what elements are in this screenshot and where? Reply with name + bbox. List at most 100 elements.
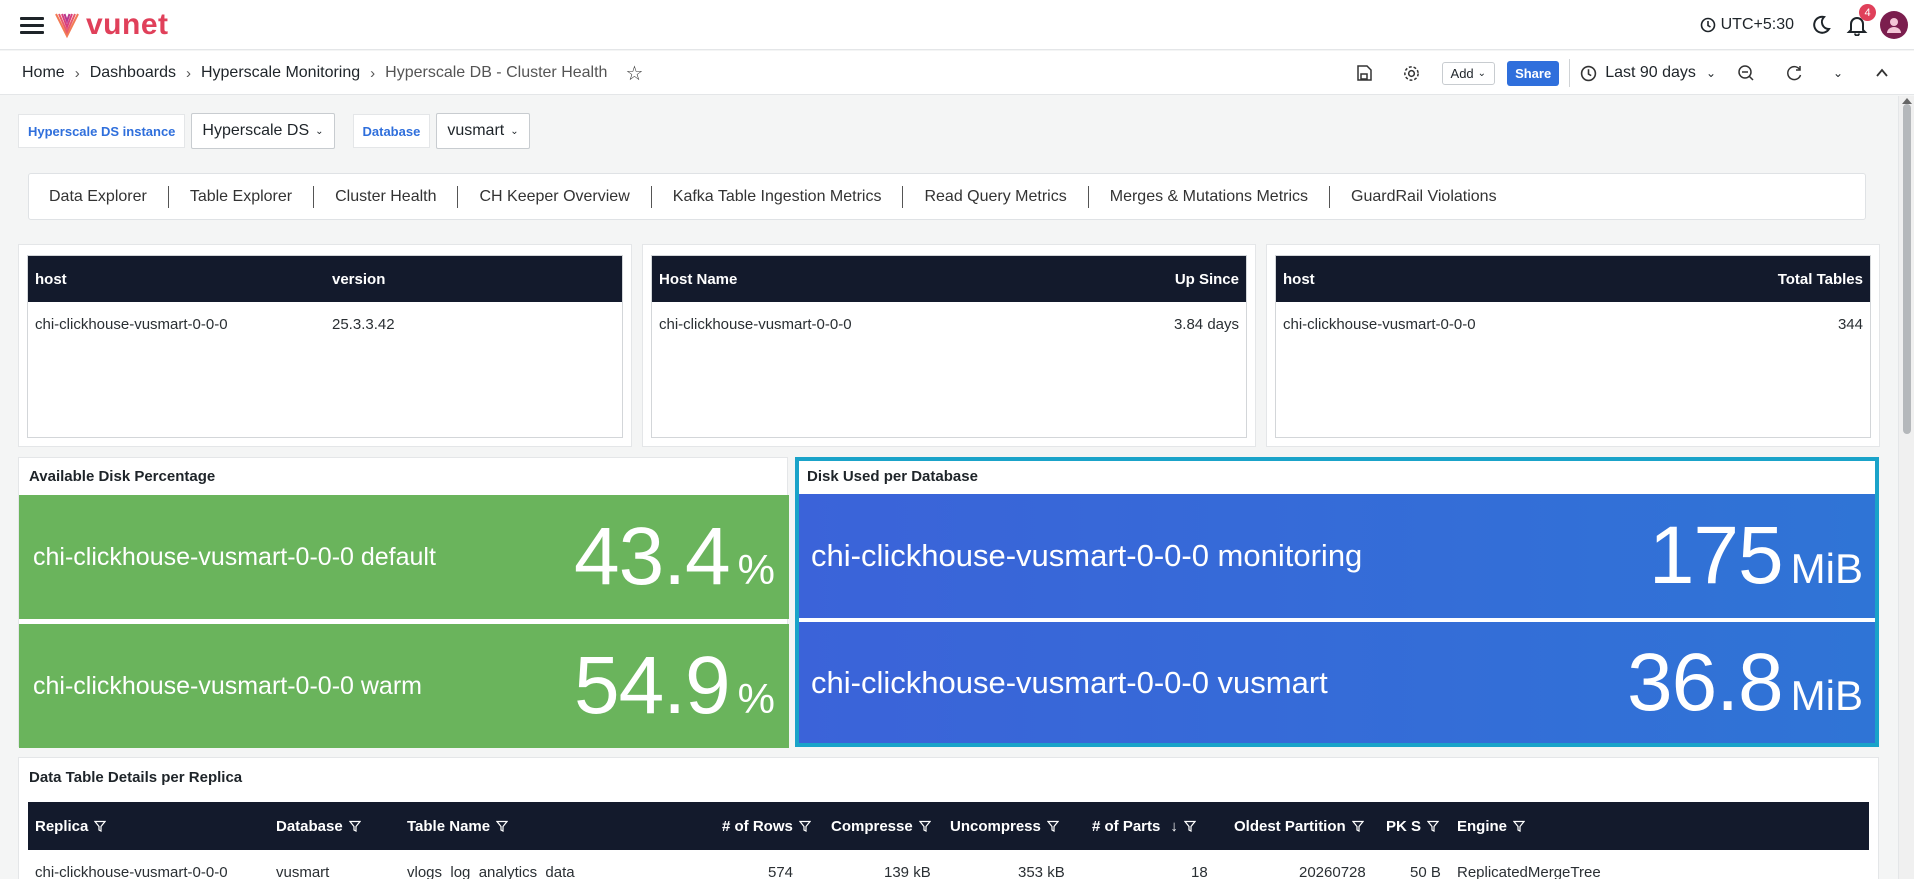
chevron-right-icon: › — [74, 64, 80, 82]
chevron-down-icon: ⌄ — [315, 125, 324, 137]
variable-select-database[interactable]: vusmart ⌄ — [436, 113, 530, 149]
zoom-out-icon[interactable] — [1732, 59, 1760, 87]
column-oldest-partition[interactable]: Oldest Partition — [1234, 802, 1364, 850]
stat-tile-default[interactable]: chi-clickhouse-vusmart-0-0-0 default 43.… — [19, 495, 789, 619]
tab-merges-mutations[interactable]: Merges & Mutations Metrics — [1110, 188, 1308, 206]
column-pk-size[interactable]: PK S — [1386, 802, 1440, 850]
column-engine[interactable]: Engine — [1457, 802, 1526, 850]
filter-icon[interactable] — [1513, 820, 1526, 832]
cell-up-since: 3.84 days — [1173, 315, 1239, 333]
tab-data-explorer[interactable]: Data Explorer — [49, 188, 147, 206]
cell-parts: 18 — [1191, 863, 1208, 879]
menu-icon[interactable] — [20, 17, 44, 35]
column-host[interactable]: host — [35, 271, 332, 288]
column-label: Uncompress — [950, 817, 1041, 835]
tab-divider — [457, 185, 459, 208]
cell-database: vusmart — [276, 863, 330, 879]
notification-badge: 4 — [1859, 4, 1876, 21]
timezone-label: UTC+5:30 — [1720, 16, 1794, 33]
table-row: chi-clickhouse-vusmart-0-0-0 25.3.3.42 — [28, 302, 622, 346]
column-host[interactable]: host — [1283, 271, 1315, 288]
filter-icon[interactable] — [94, 820, 107, 832]
variable-value-ds-instance: Hyperscale DS — [202, 122, 310, 139]
tab-cluster-health[interactable]: Cluster Health — [335, 188, 436, 206]
column-up-since[interactable]: Up Since — [1175, 271, 1239, 288]
total-tables-table: host Total Tables chi-clickhouse-vusmart… — [1275, 255, 1871, 438]
panel-title: Available Disk Percentage — [29, 468, 216, 485]
logo[interactable]: vunet — [54, 10, 169, 40]
column-host-name[interactable]: Host Name — [659, 271, 737, 288]
cell-version: 25.3.3.42 — [332, 315, 395, 333]
stat-value: 175 MiB — [1649, 509, 1863, 603]
collapse-chevron-up-icon[interactable] — [1868, 59, 1896, 87]
time-range-picker[interactable]: Last 90 days ⌄ — [1580, 64, 1722, 82]
column-version[interactable]: version — [332, 271, 385, 288]
variable-select-ds-instance[interactable]: Hyperscale DS ⌄ — [191, 113, 335, 149]
breadcrumb-hyperscale-monitoring[interactable]: Hyperscale Monitoring — [201, 64, 360, 82]
column-replica[interactable]: Replica — [35, 802, 107, 850]
theme-toggle-moon-icon[interactable] — [1810, 14, 1832, 36]
stat-tile-monitoring[interactable]: chi-clickhouse-vusmart-0-0-0 monitoring … — [799, 494, 1875, 618]
total-tables-panel: host Total Tables chi-clickhouse-vusmart… — [1266, 244, 1880, 447]
refresh-icon[interactable] — [1780, 59, 1808, 87]
filter-icon[interactable] — [1351, 820, 1364, 832]
tab-divider — [650, 185, 652, 208]
cell-total-tables: 344 — [1837, 315, 1863, 333]
star-icon[interactable]: ☆ — [625, 61, 643, 86]
notifications-bell-icon[interactable]: 4 — [1846, 4, 1876, 36]
tab-ch-keeper-overview[interactable]: CH Keeper Overview — [479, 188, 629, 206]
panel-title: Disk Used per Database — [807, 468, 978, 485]
cell-host: chi-clickhouse-vusmart-0-0-0 — [1283, 315, 1476, 333]
scrollbar-thumb[interactable] — [1903, 104, 1911, 434]
table-row[interactable]: chi-clickhouse-vusmart-0-0-0 vusmart vlo… — [28, 850, 1869, 879]
tab-divider — [1329, 185, 1331, 208]
column-database[interactable]: Database — [276, 802, 361, 850]
column-label: # of Rows — [722, 817, 793, 835]
column-compressed[interactable]: Compresse — [831, 802, 931, 850]
variable-label-database: Database — [352, 114, 431, 148]
page-scrollbar[interactable] — [1898, 96, 1914, 879]
tab-read-query-metrics[interactable]: Read Query Metrics — [924, 188, 1066, 206]
tab-divider — [902, 185, 904, 208]
timezone-indicator[interactable]: UTC+5:30 — [1700, 16, 1794, 34]
column-uncompressed[interactable]: Uncompress — [950, 802, 1059, 850]
stat-tile-warm[interactable]: chi-clickhouse-vusmart-0-0-0 warm 54.9% — [19, 624, 789, 748]
filter-icon[interactable] — [1183, 820, 1196, 832]
column-row-count[interactable]: # of Rows — [722, 802, 811, 850]
tab-table-explorer[interactable]: Table Explorer — [190, 188, 292, 206]
chevron-right-icon: › — [370, 64, 376, 82]
column-label: # of Parts — [1092, 817, 1161, 835]
table-row: chi-clickhouse-vusmart-0-0-0 3.84 days — [652, 302, 1246, 346]
add-button[interactable]: Add ⌄ — [1441, 61, 1496, 85]
stat-tile-vusmart[interactable]: chi-clickhouse-vusmart-0-0-0 vusmart 36.… — [799, 622, 1875, 743]
filter-icon[interactable] — [496, 820, 509, 832]
breadcrumb-home[interactable]: Home — [22, 64, 65, 82]
dashboard-link-tabs: Data Explorer Table Explorer Cluster Hea… — [28, 173, 1866, 220]
tab-kafka-ingestion[interactable]: Kafka Table Ingestion Metrics — [673, 188, 882, 206]
filter-icon[interactable] — [348, 820, 361, 832]
save-icon[interactable] — [1350, 59, 1378, 87]
logo-text: vunet — [86, 8, 169, 41]
filter-icon[interactable] — [1427, 820, 1440, 832]
filter-icon[interactable] — [918, 820, 931, 832]
column-total-tables[interactable]: Total Tables — [1778, 271, 1863, 288]
data-table-header: Replica Database Table Name # of Rows Co… — [28, 802, 1869, 850]
available-disk-panel: Available Disk Percentage chi-clickhouse… — [18, 457, 789, 748]
cell-host-name: chi-clickhouse-vusmart-0-0-0 — [659, 315, 852, 333]
column-table-name[interactable]: Table Name — [407, 802, 509, 850]
column-parts[interactable]: # of Parts ↓ — [1092, 802, 1196, 850]
chevron-down-icon: ⌄ — [1477, 67, 1487, 79]
user-avatar[interactable] — [1880, 11, 1908, 39]
column-label: Engine — [1457, 817, 1508, 835]
filter-icon[interactable] — [798, 820, 811, 832]
refresh-interval-chevron-icon[interactable]: ⌄ — [1824, 59, 1852, 87]
filter-icon[interactable] — [1046, 820, 1059, 832]
tab-guardrail-violations[interactable]: GuardRail Violations — [1351, 188, 1497, 206]
share-button[interactable]: Share — [1507, 60, 1560, 86]
table-row: chi-clickhouse-vusmart-0-0-0 344 — [1276, 302, 1870, 346]
settings-gear-icon[interactable] — [1398, 59, 1426, 87]
breadcrumb-dashboards[interactable]: Dashboards — [90, 64, 176, 82]
sort-descending-icon[interactable]: ↓ — [1170, 818, 1178, 835]
stat-unit: % — [737, 675, 775, 722]
vunet-logo-icon — [55, 13, 79, 39]
